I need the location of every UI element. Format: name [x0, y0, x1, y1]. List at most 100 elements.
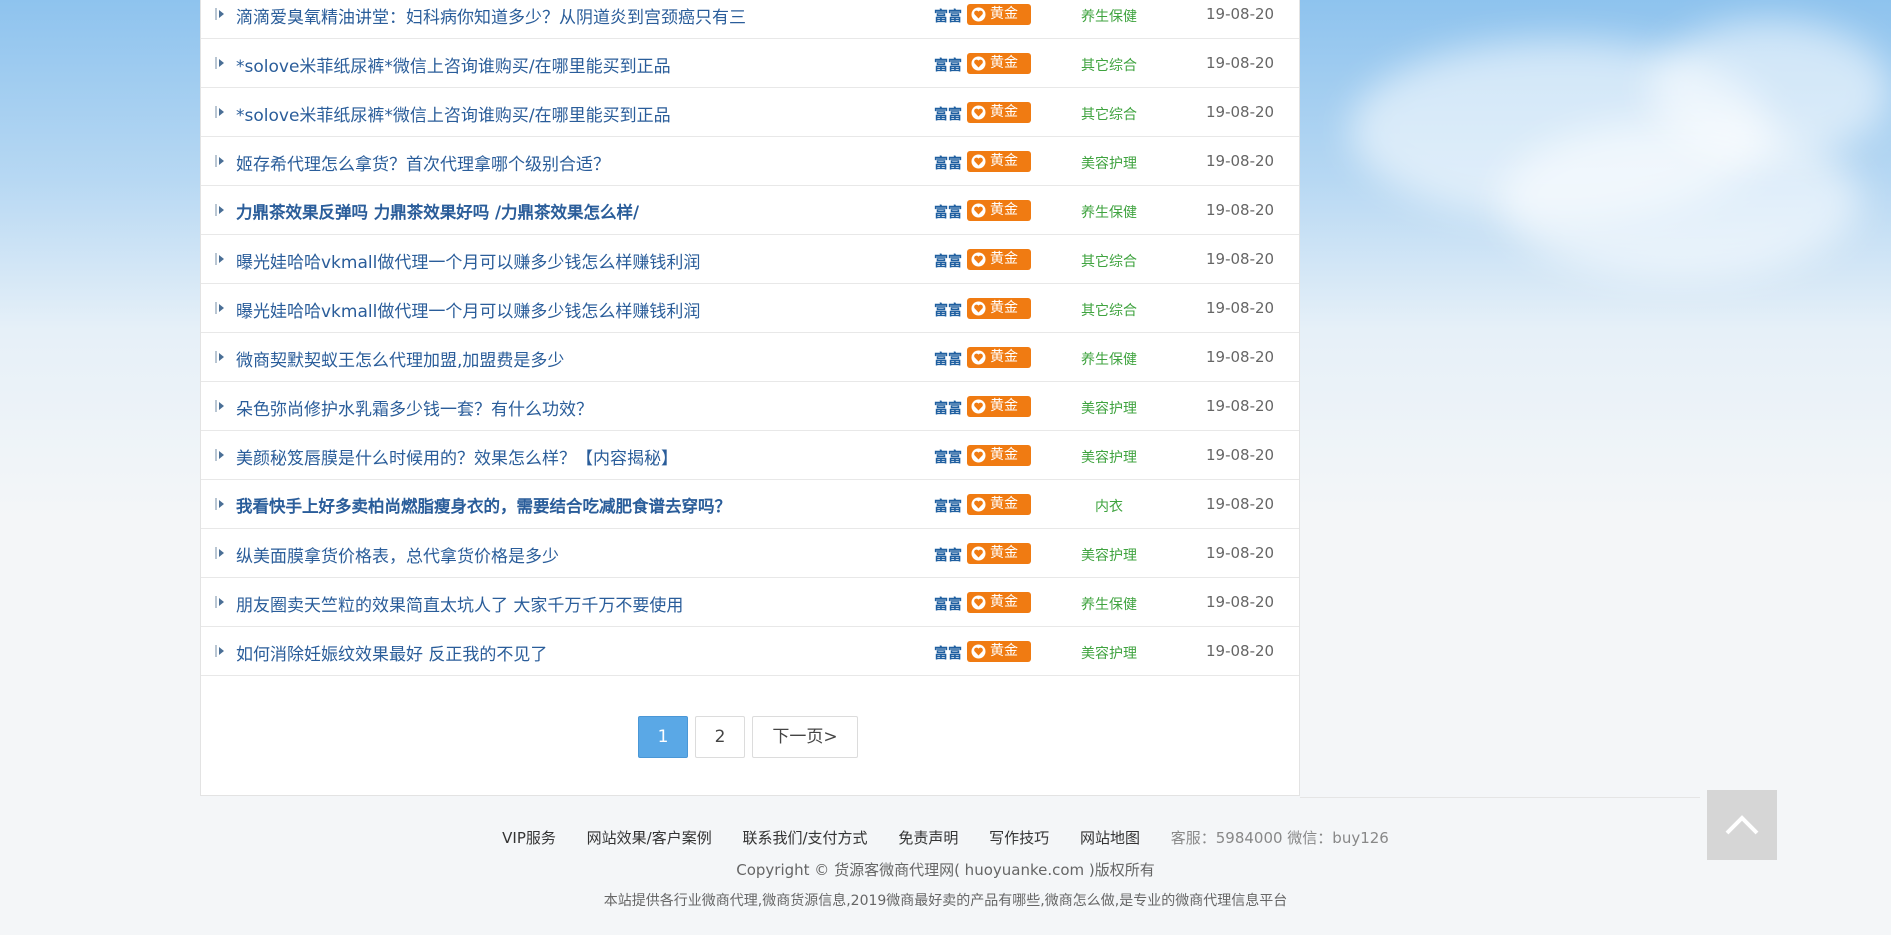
- arrow-right-icon: [215, 253, 224, 265]
- chevron-up-icon: [1725, 815, 1759, 835]
- post-title-link[interactable]: 姬存希代理怎么拿货？首次代理拿哪个级别合适？: [236, 150, 610, 175]
- post-date: 19-08-20: [1206, 152, 1275, 170]
- post-title-link[interactable]: 曝光娃哈哈vkmall做代理一个月可以赚多少钱怎么样赚钱利润: [236, 248, 700, 273]
- footer-link-sitemap[interactable]: 网站地图: [1080, 829, 1140, 847]
- post-author[interactable]: 富富: [934, 398, 962, 418]
- post-author[interactable]: 富富: [934, 104, 962, 124]
- footer-link-vip[interactable]: VIP服务: [502, 829, 556, 847]
- post-category-link[interactable]: 其它综合: [1069, 251, 1149, 271]
- page-1-button[interactable]: 1: [638, 716, 688, 758]
- post-category-link[interactable]: 其它综合: [1069, 55, 1149, 75]
- post-author[interactable]: 富富: [934, 202, 962, 222]
- gold-member-badge: 黄金: [967, 53, 1031, 74]
- post-category-link[interactable]: 养生保健: [1069, 349, 1149, 369]
- badge-label: 黄金: [990, 55, 1018, 71]
- footer-links: VIP服务 网站效果/客户案例 联系我们/支付方式 免责声明 写作技巧 网站地图…: [0, 827, 1891, 848]
- heart-icon: [971, 105, 986, 120]
- heart-icon: [971, 56, 986, 71]
- post-title-link[interactable]: 如何消除妊娠纹效果最好 反正我的不见了: [236, 640, 547, 665]
- heart-icon: [971, 7, 986, 22]
- post-author[interactable]: 富富: [934, 55, 962, 75]
- footer-link-cases[interactable]: 网站效果/客户案例: [587, 829, 712, 847]
- badge-label: 黄金: [990, 643, 1018, 659]
- post-date: 19-08-20: [1206, 250, 1275, 268]
- post-author[interactable]: 富富: [934, 594, 962, 614]
- post-date: 19-08-20: [1206, 593, 1275, 611]
- badge-label: 黄金: [990, 594, 1018, 610]
- post-date: 19-08-20: [1206, 642, 1275, 660]
- post-category-link[interactable]: 养生保健: [1069, 6, 1149, 26]
- post-row: 滴滴爱臭氧精油讲堂：妇科病你知道多少？从阴道炎到宫颈癌只有三 富富 黄金 养生保健 19…: [201, 0, 1299, 39]
- arrow-right-icon: [215, 106, 224, 118]
- badge-label: 黄金: [990, 300, 1018, 316]
- footer-link-contact[interactable]: 联系我们/支付方式: [743, 829, 868, 847]
- post-author[interactable]: 富富: [934, 349, 962, 369]
- post-author[interactable]: 富富: [934, 251, 962, 271]
- badge-label: 黄金: [990, 251, 1018, 267]
- post-title-link[interactable]: 朵色弥尚修护水乳霜多少钱一套？有什么功效？: [236, 395, 593, 420]
- post-title-link[interactable]: 微商契默契蚁王怎么代理加盟,加盟费是多少: [236, 346, 564, 371]
- post-row: 朵色弥尚修护水乳霜多少钱一套？有什么功效？ 富富 黄金 美容护理 19-08-20: [201, 382, 1299, 431]
- gold-member-badge: 黄金: [967, 4, 1031, 25]
- post-category-link[interactable]: 美容护理: [1069, 153, 1149, 173]
- badge-label: 黄金: [990, 202, 1018, 218]
- post-date: 19-08-20: [1206, 397, 1275, 415]
- page-2-button[interactable]: 2: [695, 716, 745, 758]
- post-category-link[interactable]: 养生保健: [1069, 594, 1149, 614]
- heart-icon: [971, 399, 986, 414]
- arrow-right-icon: [215, 547, 224, 559]
- post-category-link[interactable]: 美容护理: [1069, 643, 1149, 663]
- post-title-link[interactable]: *solove米菲纸尿裤*微信上咨询谁购买/在哪里能买到正品: [236, 101, 671, 126]
- arrow-right-icon: [215, 302, 224, 314]
- post-author[interactable]: 富富: [934, 545, 962, 565]
- arrow-right-icon: [215, 498, 224, 510]
- copyright-text: Copyright © 货源客微商代理网( huoyuanke.com )版权所…: [736, 861, 1155, 879]
- post-title-link[interactable]: *solove米菲纸尿裤*微信上咨询谁购买/在哪里能买到正品: [236, 52, 671, 77]
- gold-member-badge: 黄金: [967, 151, 1031, 172]
- post-title-link[interactable]: 曝光娃哈哈vkmall做代理一个月可以赚多少钱怎么样赚钱利润: [236, 297, 700, 322]
- post-author[interactable]: 富富: [934, 153, 962, 173]
- cloud-decoration: [1650, 20, 1890, 160]
- badge-label: 黄金: [990, 349, 1018, 365]
- post-row: 朋友圈卖天竺粒的效果简直太坑人了 大家千万千万不要使用 富富 黄金 养生保健 19-08…: [201, 578, 1299, 627]
- gold-member-badge: 黄金: [967, 200, 1031, 221]
- post-date: 19-08-20: [1206, 54, 1275, 72]
- post-category-link[interactable]: 美容护理: [1069, 447, 1149, 467]
- post-title-link[interactable]: 朋友圈卖天竺粒的效果简直太坑人了 大家千万千万不要使用: [236, 591, 683, 616]
- badge-label: 黄金: [990, 496, 1018, 512]
- footer-link-disclaimer[interactable]: 免责声明: [898, 829, 958, 847]
- post-category-link[interactable]: 养生保健: [1069, 202, 1149, 222]
- next-page-button[interactable]: 下一页>: [752, 716, 858, 758]
- post-category-link[interactable]: 内衣: [1069, 496, 1149, 516]
- arrow-right-icon: [215, 645, 224, 657]
- post-author[interactable]: 富富: [934, 496, 962, 516]
- post-author[interactable]: 富富: [934, 300, 962, 320]
- post-title-link[interactable]: 力鼎茶效果反弹吗 力鼎茶效果好吗 /力鼎茶效果怎么样/: [236, 199, 639, 223]
- post-row: 曝光娃哈哈vkmall做代理一个月可以赚多少钱怎么样赚钱利润 富富 黄金 其它综合 19…: [201, 235, 1299, 284]
- post-row: 姬存希代理怎么拿货？首次代理拿哪个级别合适？ 富富 黄金 美容护理 19-08-20: [201, 137, 1299, 186]
- gold-member-badge: 黄金: [967, 396, 1031, 417]
- post-row: 微商契默契蚁王怎么代理加盟,加盟费是多少 富富 黄金 养生保健 19-08-20: [201, 333, 1299, 382]
- gold-member-badge: 黄金: [967, 102, 1031, 123]
- post-author[interactable]: 富富: [934, 6, 962, 26]
- post-title-link[interactable]: 滴滴爱臭氧精油讲堂：妇科病你知道多少？从阴道炎到宫颈癌只有三: [236, 3, 746, 28]
- heart-icon: [971, 350, 986, 365]
- back-to-top-button[interactable]: [1707, 790, 1777, 860]
- post-date: 19-08-20: [1206, 544, 1275, 562]
- heart-icon: [971, 497, 986, 512]
- post-title-link[interactable]: 美颜秘笈唇膜是什么时候用的？效果怎么样？【内容揭秘】: [236, 444, 678, 469]
- gold-member-badge: 黄金: [967, 494, 1031, 515]
- post-category-link[interactable]: 美容护理: [1069, 545, 1149, 565]
- post-author[interactable]: 富富: [934, 643, 962, 663]
- post-title-link[interactable]: 我看快手上好多卖柏尚燃脂瘦身衣的，需要结合吃减肥食谱去穿吗？: [236, 493, 731, 517]
- badge-label: 黄金: [990, 104, 1018, 120]
- post-title-link[interactable]: 纵美面膜拿货价格表，总代拿货价格是多少: [236, 542, 559, 567]
- badge-label: 黄金: [990, 153, 1018, 169]
- post-author[interactable]: 富富: [934, 447, 962, 467]
- footer-link-writing-tips[interactable]: 写作技巧: [989, 829, 1049, 847]
- post-category-link[interactable]: 其它综合: [1069, 300, 1149, 320]
- heart-icon: [971, 595, 986, 610]
- post-category-link[interactable]: 美容护理: [1069, 398, 1149, 418]
- post-category-link[interactable]: 其它综合: [1069, 104, 1149, 124]
- post-date: 19-08-20: [1206, 201, 1275, 219]
